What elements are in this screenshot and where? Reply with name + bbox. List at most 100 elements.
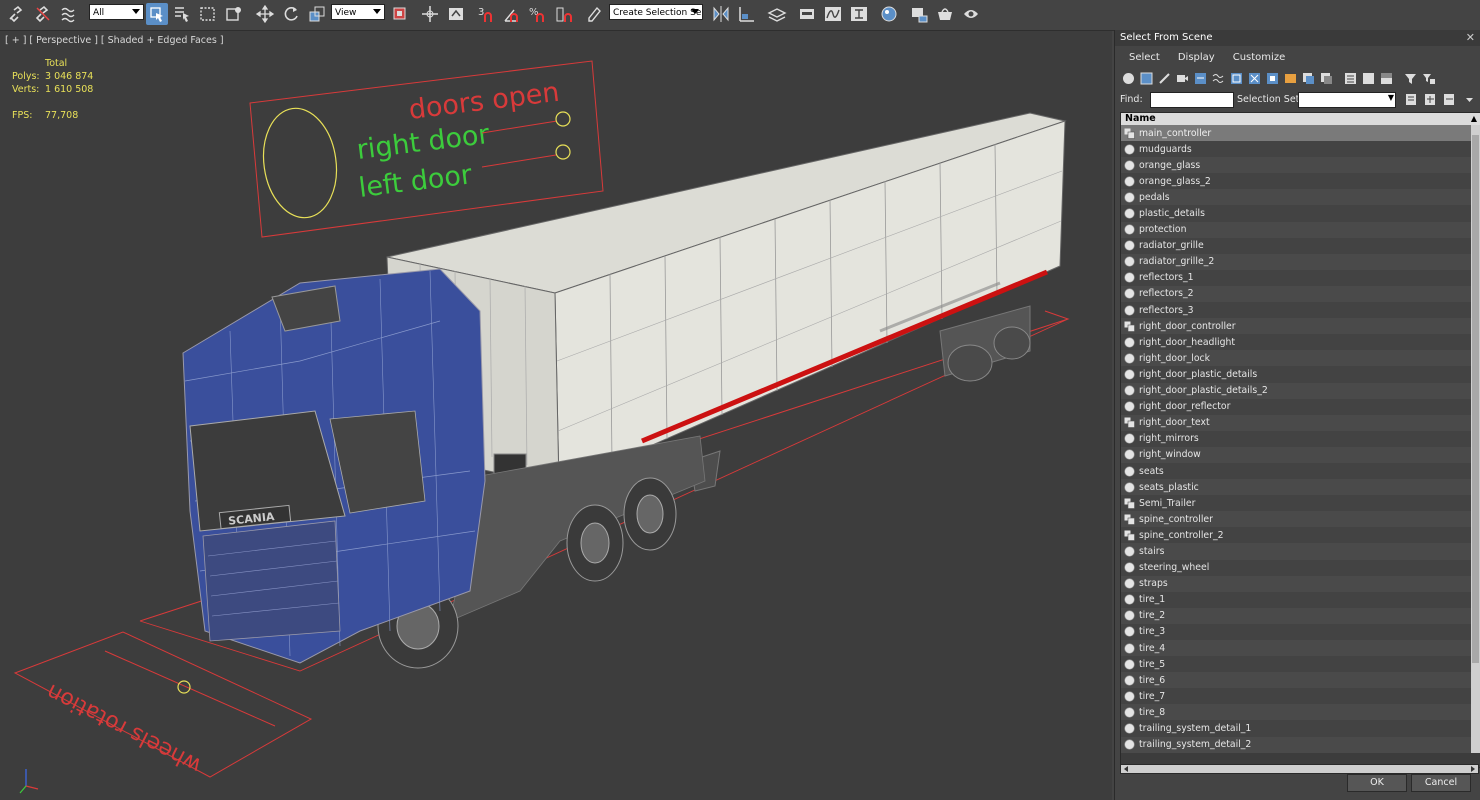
rendered-frame-icon[interactable]: [934, 3, 956, 25]
list-item[interactable]: reflectors_1: [1121, 269, 1480, 286]
align-icon[interactable]: [736, 3, 758, 25]
render-setup-icon[interactable]: [908, 3, 930, 25]
list-item[interactable]: plastic_details: [1121, 205, 1480, 222]
find-input[interactable]: [1150, 92, 1234, 108]
select-manipulate-icon[interactable]: [419, 3, 441, 25]
list-item[interactable]: tire_7: [1121, 688, 1480, 705]
mirror-icon[interactable]: [710, 3, 732, 25]
list-item[interactable]: main_controller: [1121, 125, 1480, 142]
display-bones-icon[interactable]: [1264, 70, 1280, 86]
list-item[interactable]: right_door_reflector: [1121, 398, 1480, 415]
list-item[interactable]: seats_plastic: [1121, 479, 1480, 496]
list-item[interactable]: right_mirrors: [1121, 430, 1480, 447]
list-item[interactable]: steering_wheel: [1121, 559, 1480, 576]
display-containers-icon[interactable]: [1282, 70, 1298, 86]
list-item[interactable]: mudguards: [1121, 141, 1480, 158]
display-xrefs-icon[interactable]: [1246, 70, 1262, 86]
dialog-titlebar[interactable]: Select From Scene ✕: [1115, 30, 1480, 46]
sync-selection-icon[interactable]: [1420, 70, 1436, 86]
list-item[interactable]: right_door_plastic_details: [1121, 366, 1480, 383]
doors-controller-panel[interactable]: doors open right door left door: [249, 60, 604, 238]
selection-set-combo[interactable]: ▼: [1298, 92, 1396, 108]
scene-object-list[interactable]: Name ▲ main_controller mudguards orange_gl…: [1120, 112, 1480, 768]
list-item[interactable]: radiator_grille_2: [1121, 253, 1480, 270]
wheels-rotation-panel[interactable]: wheels rotation: [13, 631, 313, 778]
list-item[interactable]: tire_3: [1121, 623, 1480, 640]
select-invert-icon[interactable]: [1378, 70, 1394, 86]
viewport-label[interactable]: [ + ] [ Perspective ] [ Shaded + Edged F…: [5, 35, 224, 46]
material-editor-icon[interactable]: [878, 3, 900, 25]
reference-coordinate-combo[interactable]: View: [331, 4, 385, 20]
menu-customize[interactable]: Customize: [1233, 52, 1286, 63]
vertical-scrollbar[interactable]: [1471, 125, 1480, 753]
list-item[interactable]: right_window: [1121, 446, 1480, 463]
display-geometry-icon[interactable]: [1120, 70, 1136, 86]
list-item[interactable]: protection: [1121, 221, 1480, 238]
list-item[interactable]: Semi_Trailer: [1121, 495, 1480, 512]
spinner-snap-icon[interactable]: [553, 3, 575, 25]
layer-icon[interactable]: [766, 3, 788, 25]
truck-cab[interactable]: SCANIA: [182, 268, 486, 664]
list-item[interactable]: right_door_plastic_details_2: [1121, 382, 1480, 399]
ok-button[interactable]: OK: [1347, 774, 1407, 792]
display-shapes-icon[interactable]: [1138, 70, 1154, 86]
list-item[interactable]: right_door_headlight: [1121, 334, 1480, 351]
graphite-icon[interactable]: [796, 3, 818, 25]
list-item[interactable]: trailing_system_detail_1: [1121, 720, 1480, 737]
perspective-viewport[interactable]: doors open right door left door wheels r…: [0, 31, 1112, 800]
list-item[interactable]: stairs: [1121, 543, 1480, 560]
select-by-name-icon[interactable]: [171, 3, 193, 25]
options-chevron-icon[interactable]: [1465, 92, 1474, 109]
list-item[interactable]: reflectors_2: [1121, 285, 1480, 303]
select-object-icon[interactable]: [146, 3, 168, 25]
display-spacewarps-icon[interactable]: [1210, 70, 1226, 86]
rotate-icon[interactable]: [280, 3, 302, 25]
name-column-header[interactable]: Name ▲: [1121, 113, 1480, 125]
display-frozen-icon[interactable]: [1300, 70, 1316, 86]
list-item[interactable]: reflectors_3: [1121, 302, 1480, 319]
list-item[interactable]: seats: [1121, 462, 1480, 480]
create-selection-set-icon[interactable]: [1403, 91, 1419, 107]
cancel-button[interactable]: Cancel: [1411, 774, 1471, 792]
list-item[interactable]: right_door_controller: [1121, 318, 1480, 335]
list-item[interactable]: tire_2: [1121, 607, 1480, 624]
menu-display[interactable]: Display: [1178, 52, 1215, 63]
display-hidden-icon[interactable]: [1318, 70, 1334, 86]
window-crossing-icon[interactable]: [223, 3, 245, 25]
scroll-right-icon[interactable]: [1469, 765, 1477, 773]
link-icon[interactable]: [6, 3, 28, 25]
select-none-icon[interactable]: [1360, 70, 1376, 86]
scroll-left-icon[interactable]: [1122, 765, 1130, 773]
list-item[interactable]: radiator_grille: [1121, 237, 1480, 254]
percent-snap-icon[interactable]: %: [527, 3, 549, 25]
list-item[interactable]: right_door_text: [1121, 414, 1480, 431]
close-icon[interactable]: ✕: [1466, 30, 1475, 46]
horizontal-scrollbar[interactable]: [1120, 764, 1479, 774]
list-item[interactable]: spine_controller: [1121, 511, 1480, 528]
add-to-selection-set-icon[interactable]: [1422, 91, 1438, 107]
list-item[interactable]: tire_4: [1121, 640, 1480, 657]
list-item[interactable]: right_door_lock: [1121, 350, 1480, 367]
curve-editor-icon[interactable]: [822, 3, 844, 25]
selection-filter-combo[interactable]: All: [89, 4, 144, 20]
list-item[interactable]: pedals: [1121, 189, 1480, 206]
remove-from-selection-set-icon[interactable]: [1441, 91, 1457, 107]
display-groups-icon[interactable]: [1228, 70, 1244, 86]
move-icon[interactable]: [254, 3, 276, 25]
list-item[interactable]: orange_glass: [1121, 157, 1480, 174]
scrollbar-thumb[interactable]: [1472, 135, 1479, 663]
named-selection-set-combo[interactable]: Create Selection Se: [609, 4, 703, 20]
display-lights-icon[interactable]: [1156, 70, 1172, 86]
list-item[interactable]: orange_glass_2: [1121, 173, 1480, 190]
menu-select[interactable]: Select: [1129, 52, 1160, 63]
select-all-icon[interactable]: [1342, 70, 1358, 86]
render-icon[interactable]: [960, 3, 982, 25]
display-helpers-icon[interactable]: [1192, 70, 1208, 86]
angle-snap-icon[interactable]: [501, 3, 523, 25]
list-item[interactable]: spine_controller_2: [1121, 527, 1480, 544]
list-item[interactable]: tire_6: [1121, 672, 1480, 689]
snap-icon[interactable]: 3: [475, 3, 497, 25]
edit-named-sets-icon[interactable]: [584, 3, 606, 25]
keyboard-shortcut-icon[interactable]: [445, 3, 467, 25]
pivot-icon[interactable]: [389, 3, 411, 25]
